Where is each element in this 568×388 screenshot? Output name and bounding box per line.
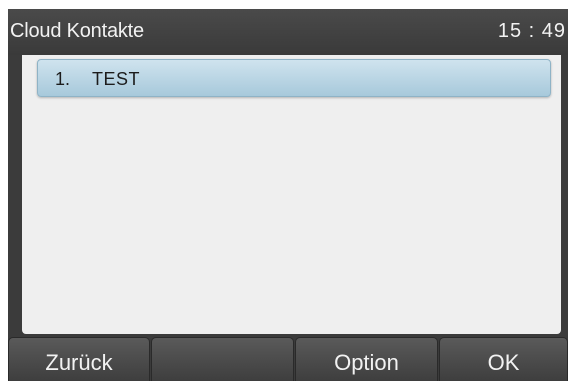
empty-softkey[interactable] (151, 337, 294, 381)
clock: 15 : 49 (497, 20, 566, 42)
phone-screen: Cloud Kontakte 15 : 49 1. TEST Zurück Op… (8, 9, 568, 381)
softkey-bar: Zurück Option OK (8, 337, 568, 381)
option-softkey[interactable]: Option (295, 337, 438, 381)
back-softkey[interactable]: Zurück (8, 337, 150, 381)
ok-softkey[interactable]: OK (439, 337, 568, 381)
contact-list: 1. TEST (22, 55, 561, 334)
list-item-name: TEST (92, 69, 141, 89)
list-item-selected[interactable]: 1. TEST (37, 59, 551, 97)
screen-title: Cloud Kontakte (10, 20, 144, 42)
title-bar: Cloud Kontakte 15 : 49 (8, 9, 568, 55)
list-item-index: 1. (55, 69, 71, 89)
